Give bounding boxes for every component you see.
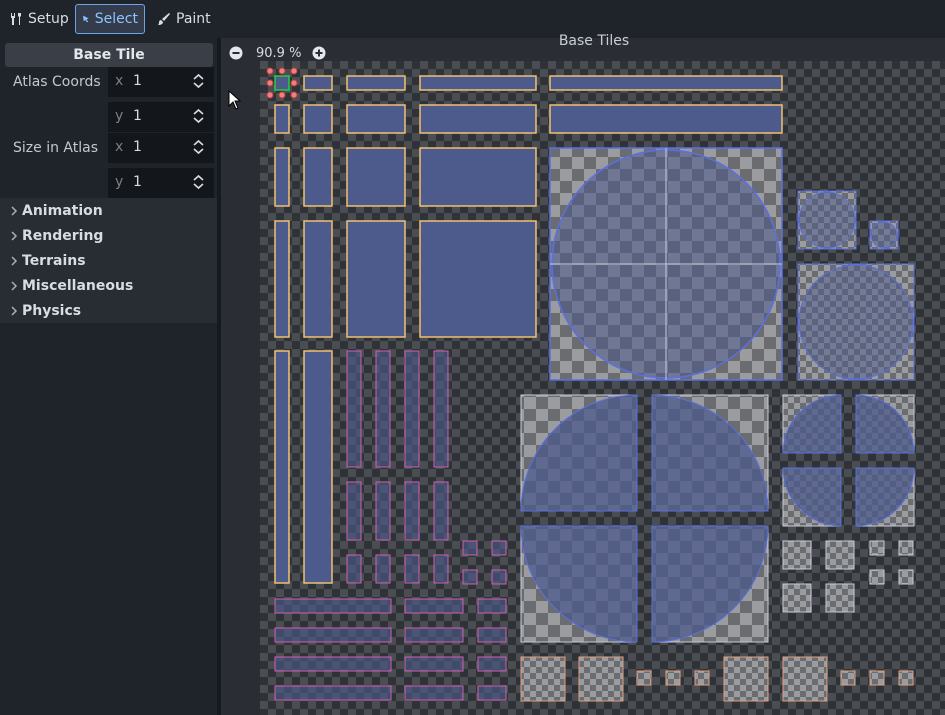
size-in-atlas-label: Size in Atlas	[13, 140, 98, 156]
group-label: Animation	[22, 202, 103, 219]
tools-icon	[11, 13, 21, 25]
y-axis-label: y	[115, 174, 124, 190]
base-tile-header: Base Tile	[5, 43, 213, 67]
tile[interactable]	[346, 220, 406, 338]
select-cursor-icon	[83, 15, 89, 23]
atlas-coords-y-field[interactable]: y 1	[108, 102, 214, 132]
group-label: Physics	[22, 302, 82, 319]
setup-button[interactable]: Setup	[3, 4, 75, 34]
x-axis-label: x	[115, 139, 124, 155]
mouse-cursor-icon	[228, 90, 242, 110]
tile[interactable]	[303, 220, 333, 338]
tile[interactable]	[419, 104, 537, 134]
tile[interactable]	[274, 220, 290, 338]
atlas-coords-label: Atlas Coords	[13, 74, 101, 90]
chevron-right-icon	[11, 255, 18, 266]
paint-button[interactable]: Paint	[151, 4, 217, 34]
tile[interactable]	[274, 350, 290, 584]
atlas-title: Base Tiles	[558, 33, 630, 49]
group-terrains[interactable]: Terrains	[0, 248, 217, 273]
size-in-atlas-x-field[interactable]: x 1	[108, 133, 214, 163]
tile-atlas-canvas[interactable]	[260, 61, 945, 715]
select-button[interactable]: Select	[75, 4, 145, 34]
group-animation[interactable]: Animation	[0, 198, 217, 223]
chevron-right-icon	[11, 305, 18, 316]
tile[interactable]	[303, 350, 333, 584]
chevron-right-icon	[11, 230, 18, 241]
group-label: Rendering	[22, 227, 104, 244]
tile[interactable]	[419, 220, 537, 338]
group-miscellaneous[interactable]: Miscellaneous	[0, 273, 217, 298]
size-in-atlas-y-field[interactable]: y 1	[108, 168, 214, 198]
spinner-arrows-icon[interactable]	[193, 139, 204, 155]
selected-tile[interactable]	[266, 67, 298, 99]
circle-tile-large[interactable]	[549, 147, 783, 381]
zoom-level: 90.9 %	[256, 46, 302, 61]
group-rendering[interactable]: Rendering	[0, 223, 217, 248]
spinner-arrows-icon[interactable]	[193, 108, 204, 124]
tile[interactable]	[346, 75, 406, 91]
tile[interactable]	[549, 75, 783, 91]
atlas-coords-x-value: 1	[133, 73, 142, 89]
tile[interactable]	[549, 104, 783, 134]
tile[interactable]	[303, 104, 333, 134]
zoom-in-icon[interactable]	[312, 46, 326, 60]
tile[interactable]	[303, 75, 333, 91]
tile[interactable]	[419, 75, 537, 91]
tile[interactable]	[346, 104, 406, 134]
spinner-arrows-icon[interactable]	[193, 73, 204, 89]
y-axis-label: y	[115, 108, 124, 124]
group-label: Miscellaneous	[22, 277, 134, 294]
tile[interactable]	[274, 104, 290, 134]
tile[interactable]	[303, 147, 333, 207]
select-label: Select	[94, 11, 138, 27]
spinner-arrows-icon[interactable]	[193, 174, 204, 190]
tile-inspector: Base Tile Atlas Coords x 1 y 1 Size in A…	[0, 38, 217, 715]
x-axis-label: x	[115, 73, 124, 89]
chevron-right-icon	[11, 205, 18, 216]
atlas-editor[interactable]: Base Tiles 90.9 %	[221, 33, 945, 715]
tile[interactable]	[346, 147, 406, 207]
paint-label: Paint	[176, 11, 211, 27]
setup-label: Setup	[28, 11, 69, 27]
tile[interactable]	[419, 147, 537, 207]
atlas-coords-x-field[interactable]: x 1	[108, 67, 214, 97]
size-in-atlas-y-value: 1	[133, 174, 142, 190]
tile[interactable]	[274, 147, 290, 207]
group-physics[interactable]: Physics	[0, 298, 217, 323]
atlas-coords-y-value: 1	[133, 108, 142, 124]
brush-icon	[158, 13, 170, 25]
group-label: Terrains	[22, 252, 86, 269]
zoom-out-icon[interactable]	[229, 46, 243, 60]
chevron-right-icon	[11, 280, 18, 291]
size-in-atlas-x-value: 1	[133, 139, 142, 155]
